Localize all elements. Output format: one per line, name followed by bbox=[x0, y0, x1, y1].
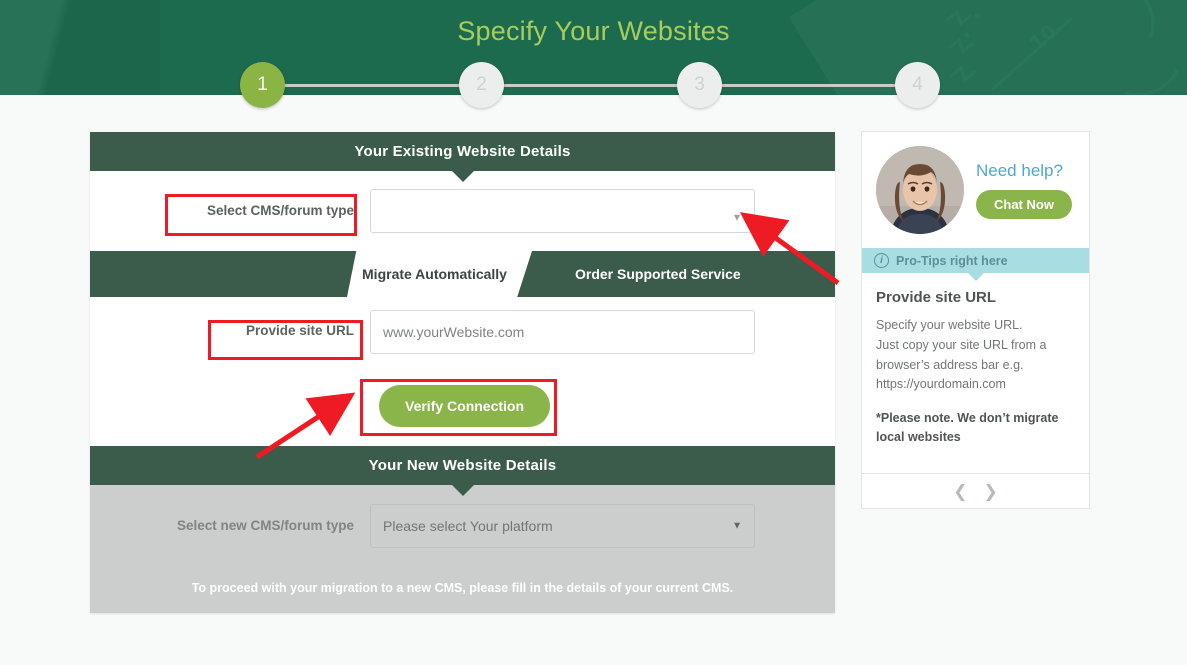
tips-content: Provide site URL Specify your website UR… bbox=[862, 273, 1089, 473]
verify-connection-button[interactable]: Verify Connection bbox=[379, 385, 551, 427]
tab-migrate-automatically[interactable]: Migrate Automatically bbox=[347, 251, 532, 297]
support-agent-avatar bbox=[876, 146, 964, 234]
step-1[interactable]: 1 bbox=[240, 62, 285, 108]
migration-note: To proceed with your migration to a new … bbox=[191, 581, 734, 595]
chat-now-button[interactable]: Chat Now bbox=[976, 190, 1072, 219]
chevron-left-icon[interactable]: ❮ bbox=[953, 483, 967, 500]
chevron-down-icon: ▾ bbox=[733, 210, 740, 224]
help-text-block: Need help? Chat Now bbox=[964, 161, 1077, 219]
help-card: Need help? Chat Now bbox=[862, 132, 1089, 248]
step-2[interactable]: 2 bbox=[459, 62, 504, 108]
step-4[interactable]: 4 bbox=[895, 62, 940, 108]
info-icon: i bbox=[874, 253, 889, 268]
tip-title: Provide site URL bbox=[876, 289, 997, 306]
protips-banner-label: Pro-Tips right here bbox=[896, 253, 1008, 268]
tab-order-supported-service[interactable]: Order Supported Service bbox=[575, 251, 741, 297]
site-url-section: Provide site URL Verify Connection bbox=[90, 297, 835, 446]
page-root: 10 Specify Your Websites 1 2 3 4 Your Ex… bbox=[0, 0, 1187, 665]
migration-mode-tabs: Migrate Automatically Order Supported Se… bbox=[90, 251, 835, 297]
step-connector-line bbox=[263, 84, 918, 87]
step-indicator: 1 2 3 4 bbox=[0, 0, 1187, 120]
step-3[interactable]: 3 bbox=[677, 62, 722, 108]
new-cms-type-value: Please select Your platform bbox=[383, 518, 553, 534]
protips-notch bbox=[967, 273, 984, 281]
new-website-header-label: Your New Website Details bbox=[368, 457, 557, 474]
tips-navigation: ❮ ❯ bbox=[862, 473, 1089, 508]
caret-down-icon: ▼ bbox=[732, 520, 742, 532]
chevron-right-icon[interactable]: ❯ bbox=[984, 483, 998, 500]
cms-type-label: Select CMS/forum type bbox=[206, 202, 354, 218]
new-cms-type-label: Select new CMS/forum type bbox=[176, 517, 354, 533]
new-cms-section: Select new CMS/forum type Please select … bbox=[90, 485, 835, 613]
tab-order-supported-service-label: Order Supported Service bbox=[575, 266, 741, 282]
new-header-notch bbox=[451, 485, 474, 496]
header-notch bbox=[451, 171, 474, 182]
cms-type-select[interactable]: ▾ bbox=[370, 189, 755, 233]
new-website-header: Your New Website Details bbox=[90, 446, 835, 496]
new-cms-type-select[interactable]: Please select Your platform ▼ bbox=[370, 504, 755, 548]
site-url-input[interactable] bbox=[370, 309, 755, 354]
existing-website-header: Your Existing Website Details bbox=[90, 132, 835, 182]
tip-note: *Please note. We don’t migrate local web… bbox=[876, 411, 1059, 444]
help-sidebar: Need help? Chat Now i Pro-Tips right her… bbox=[861, 131, 1090, 509]
tip-text: Specify your website URL. Just copy your… bbox=[876, 318, 1047, 392]
need-help-label: Need help? bbox=[976, 161, 1063, 180]
migration-form-panel: Your Existing Website Details Select CMS… bbox=[90, 132, 835, 613]
tab-migrate-automatically-label: Migrate Automatically bbox=[362, 266, 507, 282]
protips-banner: i Pro-Tips right here bbox=[862, 248, 1089, 281]
existing-website-header-label: Your Existing Website Details bbox=[354, 143, 571, 160]
existing-cms-section: Select CMS/forum type ▾ bbox=[90, 171, 835, 251]
site-url-label: Provide site URL bbox=[245, 323, 354, 339]
